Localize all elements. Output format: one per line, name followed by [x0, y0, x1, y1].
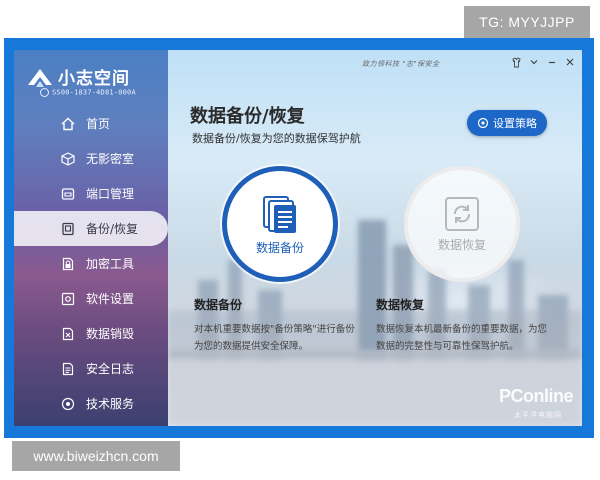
sidebar-item-security-log[interactable]: 安全日志 — [14, 351, 168, 386]
sidebar-item-port-management[interactable]: 端口管理 — [14, 176, 168, 211]
documents-icon — [263, 195, 296, 233]
sidebar-item-label: 端口管理 — [86, 187, 135, 201]
page-title: 数据备份/恢复 — [190, 106, 305, 127]
close-icon[interactable] — [562, 54, 578, 70]
backup-section-title: 数据备份 — [194, 298, 243, 312]
sidebar-item-label: 技术服务 — [86, 397, 135, 411]
pconline-watermark-cn: 太平洋电脑网 — [514, 411, 562, 419]
sidebar-item-label: 数据销毁 — [86, 327, 135, 341]
restore-section-title: 数据恢复 — [376, 298, 425, 312]
sidebar-item-shadow-room[interactable]: 无影密室 — [14, 141, 168, 176]
pconline-watermark: PConline — [499, 386, 574, 406]
sidebar: 小志空间 SS00-1837-4D81-000A 首页 无影密室 端口管理 备份… — [14, 50, 168, 426]
restore-desc-line: 数据的完整性与可靠性保驾护航。 — [376, 341, 519, 352]
data-backup-button[interactable]: 数据备份 — [222, 166, 338, 282]
policy-icon — [477, 117, 489, 129]
refresh-icon — [445, 196, 479, 231]
site-watermark-label: www.biweizhcn.com — [12, 441, 180, 471]
sidebar-item-software-settings[interactable]: 软件设置 — [14, 281, 168, 316]
data-restore-label: 数据恢复 — [437, 237, 486, 252]
tg-watermark-label: TG: MYYJJPP — [464, 6, 590, 38]
minimize-icon[interactable] — [544, 54, 560, 70]
backup-description: 对本机重要数据按"备份策略"进行备份 为您的数据提供安全保障。 — [194, 321, 355, 355]
backup-desc-line: 为您的数据提供安全保障。 — [194, 341, 309, 352]
restore-desc-line: 数据恢复本机最新备份的重要数据，为您 — [376, 324, 548, 335]
sidebar-item-home[interactable]: 首页 — [14, 106, 168, 141]
slogan-text: 致力领科技 "志"保安全 — [362, 60, 440, 68]
sidebar-item-label: 加密工具 — [86, 257, 135, 271]
sidebar-item-label: 无影密室 — [86, 152, 135, 166]
sidebar-item-label: 备份/恢复 — [86, 222, 139, 236]
sidebar-item-encryption-tools[interactable]: 加密工具 — [14, 246, 168, 281]
sidebar-item-data-destruction[interactable]: 数据销毁 — [14, 316, 168, 351]
app-logo: 小志空间 — [26, 64, 130, 89]
restore-description: 数据恢复本机最新备份的重要数据，为您 数据的完整性与可靠性保驾护航。 — [376, 321, 547, 355]
cube-icon — [60, 151, 76, 167]
data-restore-button[interactable]: 数据恢复 — [404, 166, 520, 282]
app-name: 小志空间 — [58, 69, 130, 89]
backup-desc-line: 对本机重要数据按"备份策略"进行备份 — [194, 324, 355, 335]
sidebar-item-label: 首页 — [86, 117, 111, 131]
sidebar-item-backup-restore[interactable]: 备份/恢复 — [14, 211, 168, 246]
serial-text: SS00-1837-4D81-000A — [52, 88, 136, 97]
service-icon — [60, 396, 76, 412]
page-subtitle: 数据备份/恢复为您的数据保驾护航 — [192, 132, 361, 145]
settings-icon — [60, 291, 76, 307]
set-policy-button[interactable]: 设置策略 — [467, 110, 547, 136]
sidebar-nav: 首页 无影密室 端口管理 备份/恢复 加密工具 软件设置 数据销毁 安全日志 技… — [14, 106, 168, 421]
set-policy-label: 设置策略 — [493, 117, 537, 130]
shred-icon — [60, 326, 76, 342]
menu-chevron-down-icon[interactable] — [526, 54, 542, 70]
serial-number: SS00-1837-4D81-000A — [40, 88, 136, 97]
data-backup-label: 数据备份 — [255, 240, 304, 255]
logo-icon — [28, 68, 52, 87]
sidebar-item-label: 软件设置 — [86, 292, 135, 306]
port-icon — [60, 186, 76, 202]
home-icon — [60, 116, 76, 132]
lock-file-icon — [60, 256, 76, 272]
sidebar-item-tech-service[interactable]: 技术服务 — [14, 386, 168, 421]
backup-icon — [60, 221, 76, 237]
id-icon — [40, 88, 49, 97]
sidebar-item-label: 安全日志 — [86, 362, 135, 376]
app-window: 小志空间 SS00-1837-4D81-000A 首页 无影密室 端口管理 备份… — [14, 50, 582, 426]
skin-icon[interactable] — [508, 54, 524, 70]
log-icon — [60, 361, 76, 377]
